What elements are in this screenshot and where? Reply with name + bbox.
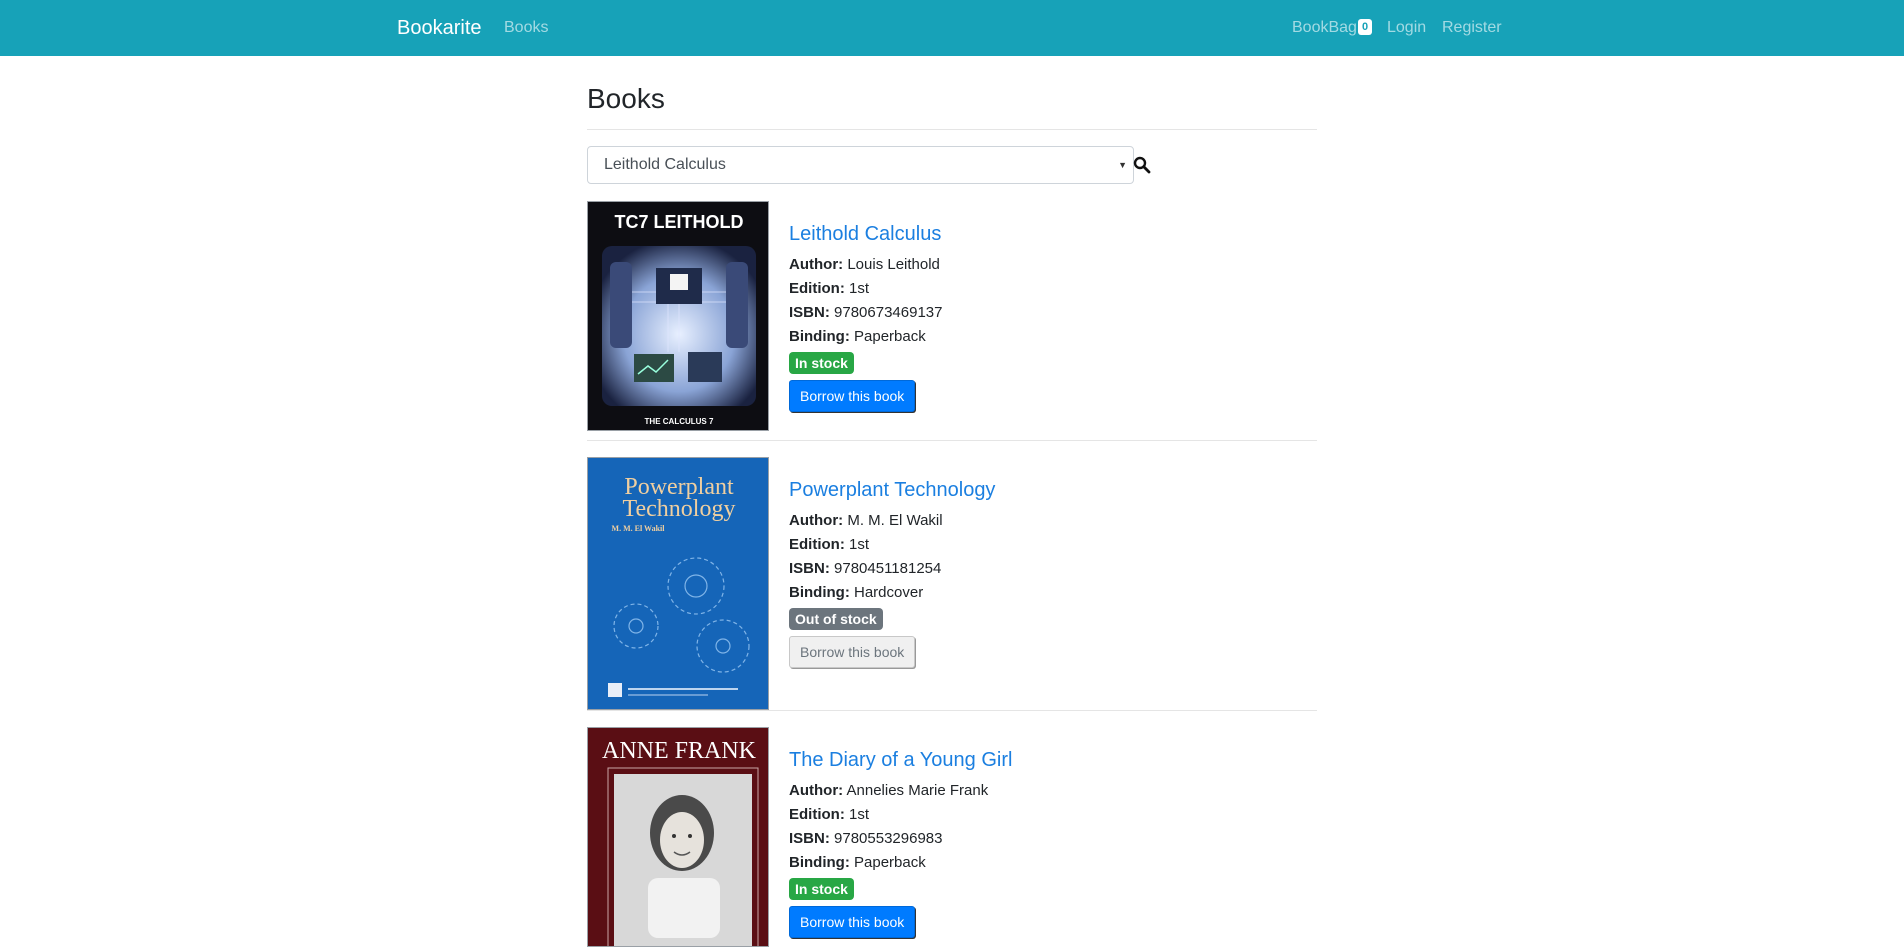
nav-login-link[interactable]: Login [1387, 18, 1426, 38]
book-item: Powerplant Technology M. M. El Wakil Pow… [587, 457, 1317, 710]
nav-bookbag-link[interactable]: BookBag 0 [1292, 18, 1373, 38]
stock-status-badge: Out of stock [789, 608, 883, 630]
book-author: Author: Annelies Marie Frank [789, 782, 989, 799]
search-selected-value: Leithold Calculus [604, 156, 726, 173]
bookbag-label: BookBag [1292, 19, 1357, 36]
book-author: Author: Louis Leithold [789, 256, 940, 273]
cover-title-text: TC7 LEITHOLD [615, 212, 744, 232]
borrow-button[interactable]: Borrow this book [789, 906, 916, 938]
cover-title-text: ANNE FRANK [602, 738, 757, 764]
stock-status-badge: In stock [789, 352, 854, 374]
book-edition: Edition: 1st [789, 806, 870, 823]
chevron-down-icon: ▼ [1118, 160, 1127, 170]
powerplant-cover-art: Powerplant Technology M. M. El Wakil [588, 458, 768, 709]
book-item: ANNE FRANK The Diary of a Young Girl Aut… [587, 727, 1317, 947]
calculus-cover-art: TC7 LEITHOLD THE CALCULUS 7 [588, 202, 768, 430]
book-info: Powerplant Technology Author: M. M. El W… [789, 457, 995, 668]
cover-title-line2: Technology [623, 496, 736, 522]
book-isbn: ISBN: 9780451181254 [789, 560, 942, 577]
page-title: Books [587, 83, 665, 114]
brand-link[interactable]: Bookarite [397, 16, 482, 40]
anne-frank-cover-art: ANNE FRANK [588, 728, 768, 946]
book-cover-image[interactable]: TC7 LEITHOLD THE CALCULUS 7 [587, 201, 769, 431]
book-cover-image[interactable]: ANNE FRANK [587, 727, 769, 947]
book-isbn: ISBN: 9780673469137 [789, 304, 943, 321]
book-cover-image[interactable]: Powerplant Technology M. M. El Wakil [587, 457, 769, 710]
book-author: Author: M. M. El Wakil [789, 512, 943, 529]
book-binding: Binding: Paperback [789, 854, 926, 871]
book-edition: Edition: 1st [789, 280, 870, 297]
search-icon[interactable] [1133, 156, 1151, 174]
book-binding: Binding: Hardcover [789, 584, 924, 601]
book-title-link[interactable]: Powerplant Technology [789, 477, 995, 503]
borrow-button[interactable]: Borrow this book [789, 380, 916, 412]
nav-books-link[interactable]: Books [504, 18, 548, 38]
cover-caption-text: THE CALCULUS 7 [645, 417, 714, 426]
book-binding: Binding: Paperback [789, 328, 926, 345]
top-navbar: Bookarite Books BookBag 0 Login Register [0, 0, 1904, 56]
book-info: The Diary of a Young Girl Author: Anneli… [789, 727, 1012, 938]
bookbag-count-badge: 0 [1357, 19, 1373, 35]
cover-author-text: M. M. El Wakil [612, 524, 666, 533]
borrow-button-disabled[interactable]: Borrow this book [789, 636, 916, 668]
stock-status-badge: In stock [789, 878, 854, 900]
row-divider [587, 440, 1317, 441]
book-isbn: ISBN: 9780553296983 [789, 830, 943, 847]
row-divider [587, 710, 1317, 711]
book-title-link[interactable]: The Diary of a Young Girl [789, 747, 1012, 773]
title-divider [587, 129, 1317, 130]
book-search-select[interactable]: Leithold Calculus ▼ [587, 146, 1134, 184]
book-edition: Edition: 1st [789, 536, 870, 553]
book-title-link[interactable]: Leithold Calculus [789, 221, 942, 247]
book-item: TC7 LEITHOLD THE CALCULUS 7 Leithold Cal… [587, 201, 1317, 431]
nav-register-link[interactable]: Register [1442, 18, 1502, 38]
book-info: Leithold Calculus Author: Louis Leithold… [789, 201, 942, 412]
